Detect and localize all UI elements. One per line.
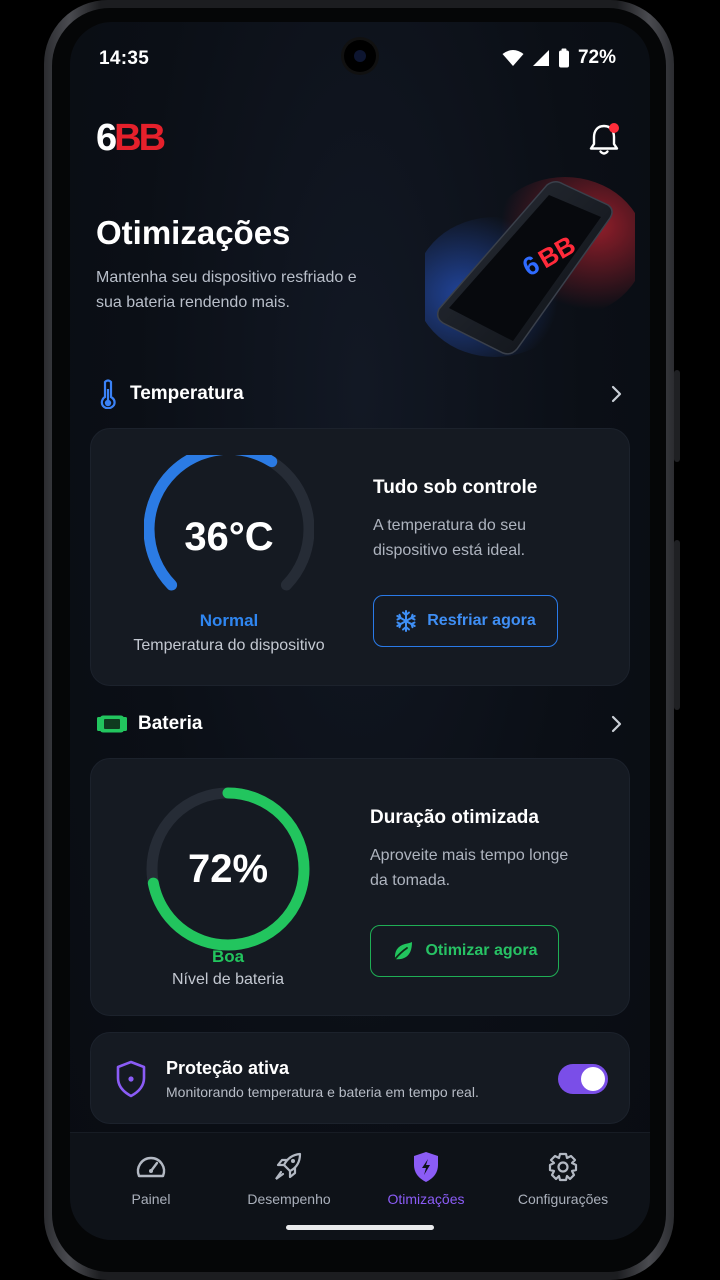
app-logo: 6 BB xyxy=(96,117,166,159)
temperature-card: 36°C Normal Temperatura do dispositivo T… xyxy=(90,428,630,686)
battery-value: 72% xyxy=(187,847,269,891)
phone-illustration: 6 BB xyxy=(425,177,635,357)
nav-item-configuracoes[interactable]: Configurações xyxy=(493,1151,633,1207)
shield-bolt-icon xyxy=(414,1152,438,1182)
page-title: Otimizações xyxy=(96,214,291,251)
optimize-now-label: Otimizar agora xyxy=(425,942,538,959)
chevron-right-icon[interactable] xyxy=(606,384,626,404)
temperature-status: Normal xyxy=(199,611,259,630)
snowflake-icon xyxy=(396,610,416,632)
front-camera xyxy=(344,40,376,72)
temperature-value: 36°C xyxy=(184,515,274,559)
toggle-knob xyxy=(581,1067,605,1091)
power-button xyxy=(674,540,680,710)
status-icons: 72% xyxy=(502,47,616,69)
battery-card-description: Aproveite mais tempo longe da tomada. xyxy=(370,847,569,889)
battery-percentage: 72% xyxy=(577,47,616,68)
rocket-icon xyxy=(275,1152,302,1180)
protection-description: Monitorando temperatura e bateria em tem… xyxy=(166,1084,479,1100)
chevron-right-icon[interactable] xyxy=(606,714,626,734)
nav-label-desempenho: Desempenho xyxy=(247,1191,331,1207)
logo-six: 6 xyxy=(96,117,117,159)
protection-title: Proteção ativa xyxy=(166,1058,290,1078)
nav-label-otimizacoes: Otimizações xyxy=(387,1191,465,1207)
wifi-icon xyxy=(502,50,524,66)
nav-label-configuracoes: Configurações xyxy=(517,1191,609,1207)
shield-icon xyxy=(116,1060,146,1098)
battery-icon xyxy=(97,715,127,733)
bottom-navigation: Painel Desempenho Otimizações Configuraç… xyxy=(70,1132,650,1240)
temperature-card-title: Tudo sob controle xyxy=(373,477,538,498)
thermometer-icon xyxy=(100,379,116,409)
speedometer-icon xyxy=(136,1156,166,1178)
battery-caption: Nível de bateria xyxy=(171,971,285,988)
cool-now-button[interactable]: Resfriar agora xyxy=(373,595,558,647)
optimize-now-button[interactable]: Otimizar agora xyxy=(370,925,559,977)
temperature-caption: Temperatura do dispositivo xyxy=(133,637,325,654)
battery-card-title: Duração otimizada xyxy=(370,807,539,828)
battery-section-label: Bateria xyxy=(138,713,203,734)
gear-icon xyxy=(548,1152,578,1182)
protection-toggle[interactable] xyxy=(558,1064,608,1094)
page-subtitle: Mantenha seu dispositivo resfriado e sua… xyxy=(96,269,357,311)
battery-status: Boa xyxy=(211,947,245,966)
status-time: 14:35 xyxy=(99,48,150,69)
nav-item-painel[interactable]: Painel xyxy=(81,1151,221,1207)
logo-bb: BB xyxy=(114,117,166,159)
nav-item-desempenho[interactable]: Desempenho xyxy=(219,1151,359,1207)
nav-item-otimizacoes[interactable]: Otimizações xyxy=(356,1151,496,1207)
nav-label-painel: Painel xyxy=(131,1191,171,1207)
app-screen: 14:35 72% 6 BB Otimizações Mantenha seu d… xyxy=(70,22,650,1240)
cool-now-label: Resfriar agora xyxy=(427,612,536,629)
notification-dot xyxy=(609,123,619,133)
temperature-section-header[interactable]: Temperatura xyxy=(96,378,626,410)
temperature-section-label: Temperatura xyxy=(130,383,244,404)
signal-icon xyxy=(532,50,549,66)
temperature-card-description: A temperatura do seu dispositivo está id… xyxy=(373,517,526,559)
battery-card: 72% Boa Nível de bateria Duração otimiza… xyxy=(90,758,630,1016)
leaf-icon xyxy=(394,942,413,960)
home-indicator[interactable] xyxy=(286,1225,434,1230)
battery-section-header[interactable]: Bateria xyxy=(96,708,626,740)
battery-status-icon xyxy=(558,48,569,68)
volume-button xyxy=(674,370,680,462)
